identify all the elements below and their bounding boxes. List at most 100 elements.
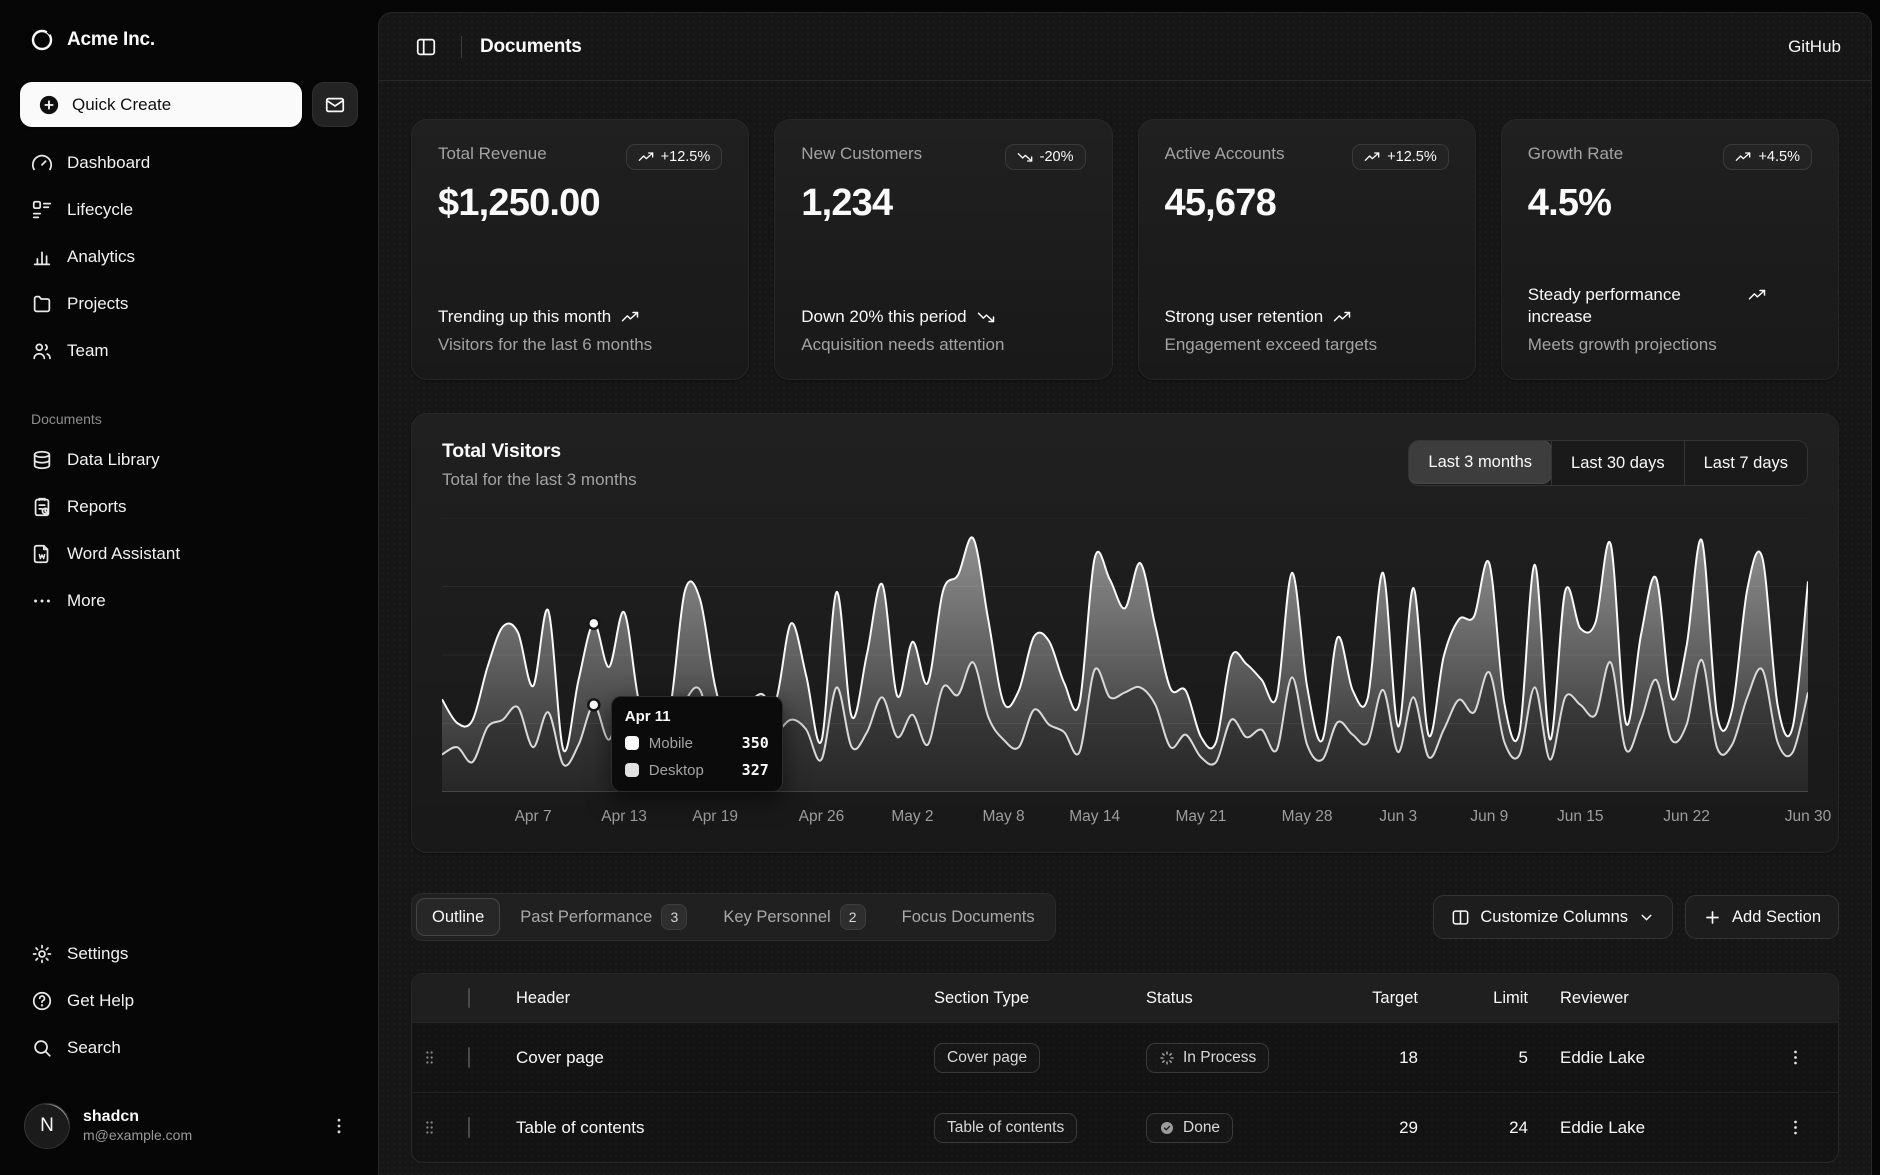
sidebar-item-reports[interactable]: Reports	[20, 483, 358, 530]
row-checkbox[interactable]	[468, 1117, 470, 1138]
sidebar-item-label: Get Help	[67, 991, 134, 1011]
nav-secondary: Settings Get Help Search	[20, 930, 358, 1071]
view-tabs: Outline Past Performance3 Key Personnel2…	[411, 893, 1056, 941]
chevron-down-icon	[1638, 909, 1655, 926]
stat-label: Active Accounts	[1165, 144, 1285, 164]
ellipsis-icon	[31, 590, 53, 612]
row-reviewer[interactable]: Eddie Lake	[1532, 1118, 1762, 1138]
x-tick-label: Apr 7	[515, 808, 552, 826]
inbox-button[interactable]	[312, 82, 358, 127]
section-type-badge: Cover page	[934, 1043, 1040, 1073]
database-icon	[31, 449, 53, 471]
x-tick-label: Jun 15	[1557, 808, 1604, 826]
sidebar-toggle-button[interactable]	[409, 30, 443, 64]
layout-list-icon	[31, 199, 53, 221]
avatar: N	[24, 1103, 70, 1149]
drag-handle[interactable]	[412, 1119, 456, 1136]
sidebar-item-label: Reports	[67, 497, 127, 517]
stat-card-total-revenue: Total Revenue +12.5% $1,250.00 Trending …	[411, 119, 749, 380]
gear-icon	[31, 943, 53, 965]
chart-tooltip: Apr 11 Mobile 350 Desktop 327	[611, 696, 783, 792]
sidebar-item-label: Data Library	[67, 450, 160, 470]
sidebar-item-label: Word Assistant	[67, 544, 180, 564]
topbar: Documents GitHub	[379, 13, 1871, 81]
quick-create-button[interactable]: Quick Create	[20, 82, 302, 127]
add-section-button[interactable]: Add Section	[1685, 895, 1839, 939]
user-menu[interactable]: N shadcn m@example.com	[20, 1097, 358, 1155]
select-all-checkbox[interactable]	[468, 988, 470, 1008]
folder-icon	[31, 293, 53, 315]
sidebar-item-label: Lifecycle	[67, 200, 133, 220]
row-target[interactable]: 29	[1342, 1118, 1422, 1138]
sidebar-item-analytics[interactable]: Analytics	[20, 233, 358, 280]
sidebar-item-projects[interactable]: Projects	[20, 280, 358, 327]
file-w-icon	[31, 543, 53, 565]
users-icon	[31, 340, 53, 362]
col-status: Status	[1146, 989, 1342, 1008]
row-limit[interactable]: 5	[1422, 1048, 1532, 1068]
org-logo-icon	[30, 28, 54, 52]
stat-value: 4.5%	[1528, 182, 1812, 225]
row-target[interactable]: 18	[1342, 1048, 1422, 1068]
sidebar-item-settings[interactable]: Settings	[20, 930, 358, 977]
columns-icon	[1451, 908, 1470, 927]
sidebar-item-label: More	[67, 591, 106, 611]
sidebar-item-search[interactable]: Search	[20, 1024, 358, 1071]
org-switcher[interactable]: Acme Inc.	[20, 18, 358, 62]
main-panel: Documents GitHub Total Revenue +12.5% $1…	[378, 12, 1872, 1175]
sidebar-item-dashboard[interactable]: Dashboard	[20, 139, 358, 186]
row-title[interactable]: Cover page	[500, 1048, 934, 1068]
row-reviewer[interactable]: Eddie Lake	[1532, 1048, 1762, 1068]
sidebar-item-word-assistant[interactable]: Word Assistant	[20, 530, 358, 577]
sidebar-item-lifecycle[interactable]: Lifecycle	[20, 186, 358, 233]
drag-handle[interactable]	[412, 1049, 456, 1066]
table-row: Table of contents Table of contents Done…	[412, 1092, 1838, 1162]
sidebar-item-label: Search	[67, 1038, 121, 1058]
status-badge: Done	[1146, 1113, 1233, 1143]
x-tick-label: Jun 22	[1663, 808, 1710, 826]
x-tick-label: Apr 26	[799, 808, 845, 826]
status-badge: In Process	[1146, 1043, 1269, 1073]
table-header-row: Header Section Type Status Target Limit …	[412, 974, 1838, 1022]
check-circle-icon	[1159, 1120, 1175, 1136]
row-limit[interactable]: 24	[1422, 1118, 1532, 1138]
ellipsis-vertical-icon[interactable]	[324, 1111, 354, 1141]
row-actions-button[interactable]	[1762, 1118, 1838, 1137]
x-tick-label: Jun 9	[1470, 808, 1508, 826]
sidebar-item-get-help[interactable]: Get Help	[20, 977, 358, 1024]
tab-focus-documents[interactable]: Focus Documents	[886, 898, 1051, 936]
github-link[interactable]: GitHub	[1788, 37, 1841, 57]
sidebar-item-team[interactable]: Team	[20, 327, 358, 374]
trending-down-icon	[977, 308, 995, 326]
x-axis-labels: Apr 7Apr 13Apr 19Apr 26May 2May 8May 14M…	[442, 800, 1808, 834]
tab-key-personnel[interactable]: Key Personnel2	[707, 898, 881, 936]
row-checkbox[interactable]	[468, 1047, 470, 1068]
sidebar-item-more[interactable]: More	[20, 577, 358, 624]
row-title[interactable]: Table of contents	[500, 1118, 934, 1138]
stat-label: Total Revenue	[438, 144, 547, 164]
trend-badge: +12.5%	[626, 144, 723, 170]
sidebar-item-data-library[interactable]: Data Library	[20, 436, 358, 483]
x-tick-label: Jun 3	[1379, 808, 1417, 826]
area-chart[interactable]: Apr 11 Mobile 350 Desktop 327	[442, 518, 1808, 792]
trending-up-icon	[638, 149, 654, 165]
tab-past-performance[interactable]: Past Performance3	[504, 898, 703, 936]
col-header: Header	[500, 989, 934, 1008]
range-last-30-days[interactable]: Last 30 days	[1551, 441, 1684, 485]
x-tick-label: Jun 30	[1785, 808, 1832, 826]
stat-footnote: Steady performance increase	[1528, 284, 1738, 328]
sidebar-item-label: Dashboard	[67, 153, 150, 173]
range-last-7-days[interactable]: Last 7 days	[1684, 441, 1807, 485]
customize-columns-button[interactable]: Customize Columns	[1433, 895, 1673, 939]
chart-title: Total Visitors	[442, 440, 637, 463]
row-actions-button[interactable]	[1762, 1048, 1838, 1067]
col-target: Target	[1342, 989, 1422, 1008]
tab-outline[interactable]: Outline	[416, 898, 500, 936]
gauge-icon	[31, 152, 53, 174]
chart-subtitle: Total for the last 3 months	[442, 470, 637, 490]
stat-card-new-customers: New Customers -20% 1,234 Down 20% this p…	[774, 119, 1112, 380]
x-tick-label: Apr 19	[692, 808, 738, 826]
stat-card-active-accounts: Active Accounts +12.5% 45,678 Strong use…	[1138, 119, 1476, 380]
stat-footnote: Down 20% this period	[801, 306, 966, 328]
range-last-3-months[interactable]: Last 3 months	[1408, 440, 1552, 484]
